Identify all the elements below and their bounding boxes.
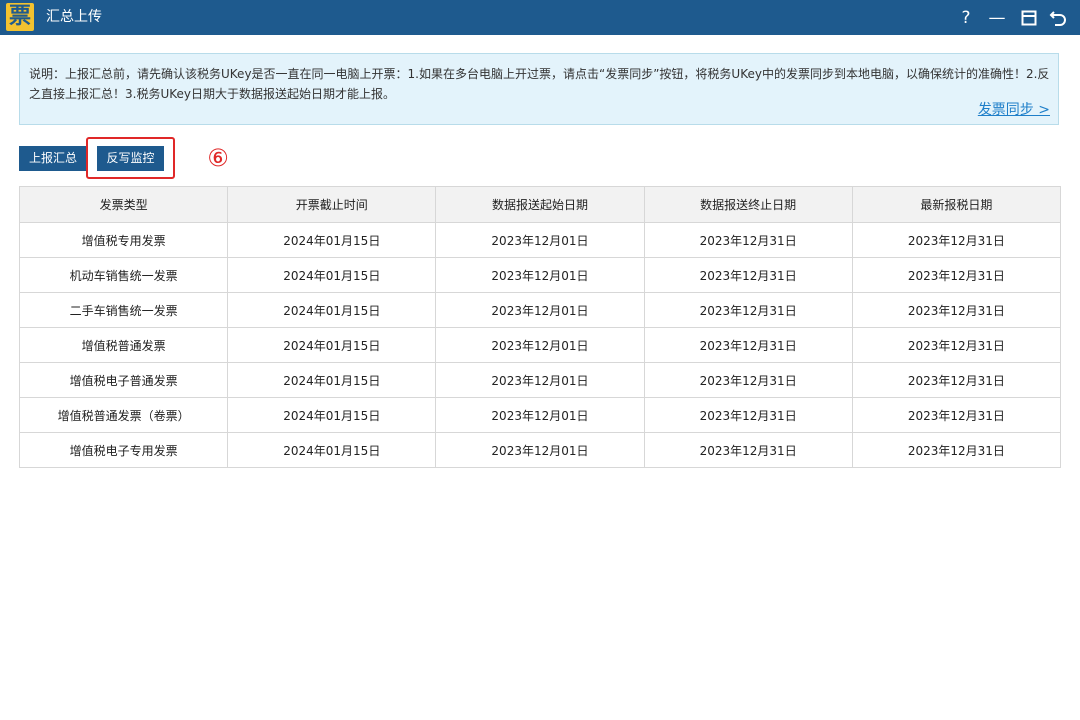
table-cell: 2023年12月31日 xyxy=(643,432,853,468)
table-cell: 2023年12月31日 xyxy=(643,222,853,258)
table-cell: 机动车销售统一发票 xyxy=(18,257,229,293)
table-cell: 2023年12月01日 xyxy=(435,362,645,398)
table-cell: 增值税普通发票 xyxy=(18,327,229,363)
table-cell: 2023年12月01日 xyxy=(435,432,645,468)
table-cell: 2024年01月15日 xyxy=(227,257,437,293)
table-cell: 2023年12月31日 xyxy=(643,292,853,328)
app-window: 票 汇总上传 ? — 说明：上报汇总前，请先确认该税务UKey是否一直在同一电脑… xyxy=(0,0,1080,720)
step-number-marker: ⑥ xyxy=(207,144,229,172)
notice-text: 说明：上报汇总前，请先确认该税务UKey是否一直在同一电脑上开票：1.如果在多台… xyxy=(29,67,1050,101)
table-header-row: 发票类型 开票截止时间 数据报送起始日期 数据报送终止日期 最新报税日期 xyxy=(18,186,1062,223)
table-row[interactable]: 增值税电子专用发票 2024年01月15日 2023年12月01日 2023年1… xyxy=(18,432,1062,468)
table-cell: 2024年01月15日 xyxy=(227,327,437,363)
table-cell: 2024年01月15日 xyxy=(227,432,437,468)
table-row[interactable]: 增值税普通发票 2024年01月15日 2023年12月01日 2023年12月… xyxy=(18,327,1062,363)
table-cell: 2024年01月15日 xyxy=(227,397,437,433)
report-summary-button[interactable]: 上报汇总 xyxy=(19,146,87,171)
column-header: 发票类型 xyxy=(18,186,229,223)
invoice-sync-link[interactable]: 发票同步 > xyxy=(978,99,1050,119)
table-cell: 2023年12月01日 xyxy=(435,292,645,328)
table-cell: 2023年12月01日 xyxy=(435,327,645,363)
invoice-summary-table: 发票类型 开票截止时间 数据报送起始日期 数据报送终止日期 最新报税日期 增值税… xyxy=(18,186,1062,468)
table-cell: 2023年12月31日 xyxy=(851,257,1062,293)
table-cell: 2023年12月01日 xyxy=(435,257,645,293)
column-header: 最新报税日期 xyxy=(851,186,1062,223)
maximize-icon xyxy=(1021,10,1037,26)
table-cell: 2024年01月15日 xyxy=(227,362,437,398)
table-cell: 2023年12月31日 xyxy=(851,292,1062,328)
table-cell: 二手车销售统一发票 xyxy=(18,292,229,328)
table-row[interactable]: 增值税专用发票 2024年01月15日 2023年12月01日 2023年12月… xyxy=(18,222,1062,258)
table-cell: 2023年12月01日 xyxy=(435,397,645,433)
column-header: 数据报送终止日期 xyxy=(643,186,853,223)
table-cell: 2023年12月31日 xyxy=(643,397,853,433)
table-cell: 2023年12月31日 xyxy=(851,222,1062,258)
column-header: 开票截止时间 xyxy=(227,186,437,223)
window-title: 汇总上传 xyxy=(46,9,102,25)
table-cell: 增值税普通发票（卷票） xyxy=(18,397,229,433)
table-cell: 2024年01月15日 xyxy=(227,292,437,328)
column-header: 数据报送起始日期 xyxy=(435,186,645,223)
table-cell: 增值税电子专用发票 xyxy=(18,432,229,468)
instruction-notice: 说明：上报汇总前，请先确认该税务UKey是否一直在同一电脑上开票：1.如果在多台… xyxy=(19,53,1059,125)
table-cell: 2023年12月31日 xyxy=(643,327,853,363)
invoice-logo-icon: 票 xyxy=(6,3,34,31)
highlight-annotation-box xyxy=(86,137,175,179)
table-cell: 2024年01月15日 xyxy=(227,222,437,258)
maximize-button[interactable] xyxy=(1016,5,1042,31)
back-arrow-icon xyxy=(1049,11,1066,26)
table-row[interactable]: 增值税普通发票（卷票） 2024年01月15日 2023年12月01日 2023… xyxy=(18,397,1062,433)
table-cell: 2023年12月01日 xyxy=(435,222,645,258)
table-cell: 2023年12月31日 xyxy=(851,397,1062,433)
table-cell: 2023年12月31日 xyxy=(851,327,1062,363)
table-row[interactable]: 机动车销售统一发票 2024年01月15日 2023年12月01日 2023年1… xyxy=(18,257,1062,293)
table-cell: 增值税专用发票 xyxy=(18,222,229,258)
table-cell: 2023年12月31日 xyxy=(851,432,1062,468)
table-cell: 增值税电子普通发票 xyxy=(18,362,229,398)
table-row[interactable]: 二手车销售统一发票 2024年01月15日 2023年12月01日 2023年1… xyxy=(18,292,1062,328)
table-cell: 2023年12月31日 xyxy=(851,362,1062,398)
minimize-button[interactable]: — xyxy=(984,5,1010,31)
help-button[interactable]: ? xyxy=(953,5,979,31)
title-bar: 票 汇总上传 ? — xyxy=(0,0,1080,35)
table-row[interactable]: 增值税电子普通发票 2024年01月15日 2023年12月01日 2023年1… xyxy=(18,362,1062,398)
table-cell: 2023年12月31日 xyxy=(643,257,853,293)
back-button[interactable] xyxy=(1045,5,1071,31)
table-cell: 2023年12月31日 xyxy=(643,362,853,398)
